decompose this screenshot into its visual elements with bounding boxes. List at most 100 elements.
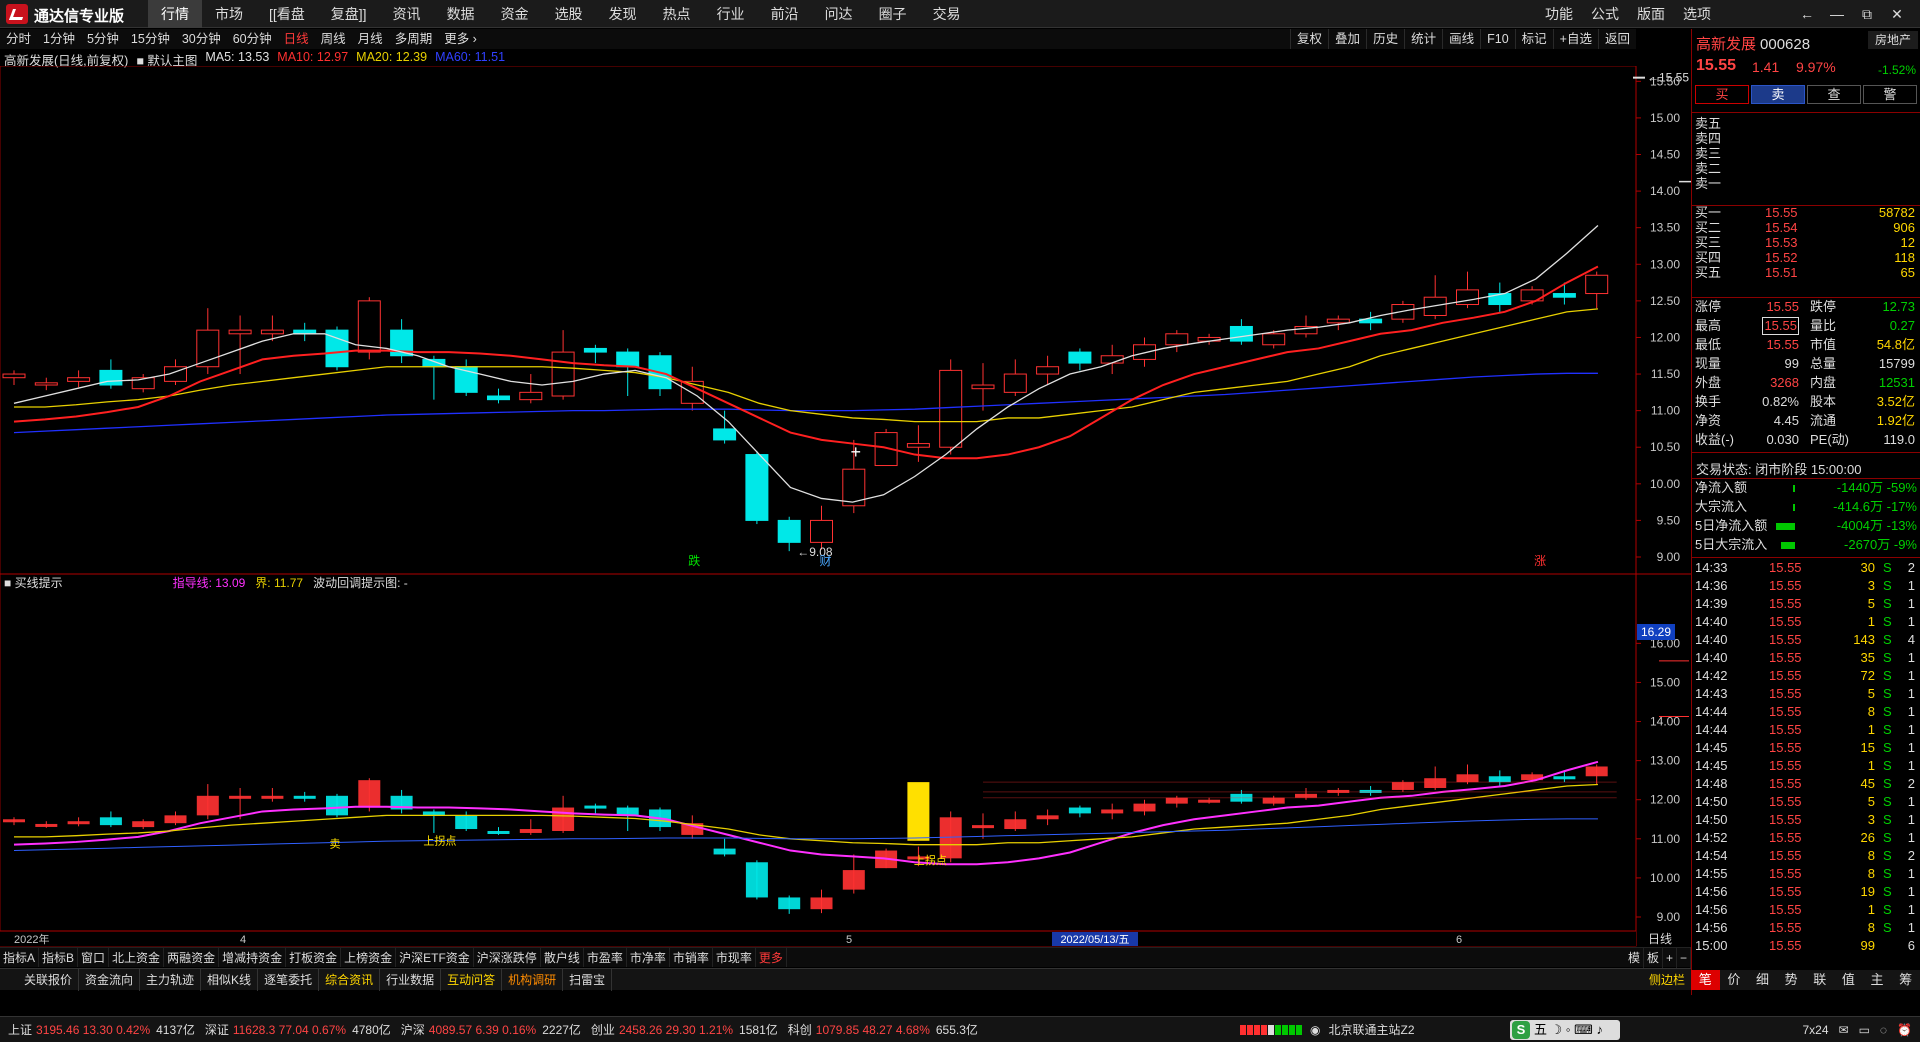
buy-button[interactable]: 买 — [1695, 85, 1749, 104]
server-name[interactable]: 北京联通主站Z2 — [1328, 1017, 1414, 1042]
event-marker[interactable]: 涨 — [1534, 553, 1546, 568]
indicator-tab[interactable]: 窗口 — [78, 948, 110, 967]
menu-item[interactable]: 行情 — [148, 0, 202, 28]
chat-icon[interactable]: ◌ — [1880, 1017, 1887, 1042]
news-icon[interactable]: ▭ — [1859, 1017, 1870, 1042]
right-menu-item[interactable]: 选项 — [1674, 0, 1720, 28]
alarm-icon[interactable]: ⏰ — [1897, 1017, 1912, 1042]
period-tab[interactable]: 15分钟 — [125, 29, 176, 49]
info-tab[interactable]: 互动问答 — [441, 969, 503, 991]
ime-indicator[interactable]: S 五 ☽ ◦ ⌨ ♪ — [1510, 1020, 1620, 1040]
info-tab[interactable]: 相似K线 — [201, 969, 259, 991]
menu-item[interactable]: 交易 — [920, 0, 974, 28]
chart-tool[interactable]: 历史 — [1366, 29, 1404, 49]
panel-tab[interactable]: 主 — [1863, 970, 1892, 990]
index-quote[interactable]: 沪深 4089.57 6.39 0.16% 2227亿 — [401, 1017, 581, 1042]
panel-tab[interactable]: 值 — [1834, 970, 1863, 990]
indicator-tab[interactable]: 增减持资金 — [219, 948, 287, 967]
menu-item[interactable]: 行业 — [704, 0, 758, 28]
indicator-tab[interactable]: 沪深涨跌停 — [474, 948, 541, 967]
sell-button[interactable]: 卖 — [1751, 85, 1805, 104]
panel-tab[interactable]: 势 — [1777, 970, 1806, 990]
chart-tool[interactable]: 画线 — [1442, 29, 1480, 49]
chart-tool[interactable]: F10 — [1480, 29, 1515, 49]
menu-item[interactable]: 资金 — [488, 0, 542, 28]
indicator-tab[interactable]: 市现率 — [713, 948, 756, 967]
info-tab[interactable]: 逐笔委托 — [258, 969, 320, 991]
chart-tool[interactable]: 统计 — [1404, 29, 1442, 49]
period-tab[interactable]: 30分钟 — [176, 29, 227, 49]
right-menu-item[interactable]: 公式 — [1582, 0, 1628, 28]
menu-item[interactable]: 复盘]] — [318, 0, 380, 28]
menu-item[interactable]: 问达 — [812, 0, 866, 28]
menu-item[interactable]: 资讯 — [380, 0, 434, 28]
info-tab[interactable]: 扫雷宝 — [563, 969, 613, 991]
indicator-tab[interactable]: 指标A — [0, 948, 40, 967]
panel-tab[interactable]: 细 — [1748, 970, 1777, 990]
indicator-name[interactable]: ■ 买线提示 — [4, 574, 63, 591]
indicator-tab[interactable]: 两融资金 — [164, 948, 220, 967]
period-tab[interactable]: 多周期 — [389, 29, 439, 49]
event-marker[interactable]: 财 — [819, 554, 831, 568]
tab-control[interactable]: − — [1677, 948, 1691, 968]
indicator-tab[interactable]: 市盈率 — [584, 948, 627, 967]
right-menu-item[interactable]: 版面 — [1628, 0, 1674, 28]
period-tab[interactable]: 1分钟 — [37, 29, 81, 49]
indicator-tab[interactable]: 更多 — [756, 948, 787, 967]
sector-button[interactable]: 房地产 — [1868, 31, 1918, 49]
info-tab[interactable]: 主力轨迹 — [140, 969, 202, 991]
info-tab[interactable]: 综合资讯 — [319, 969, 381, 991]
indicator-tab[interactable]: 指标B — [39, 948, 79, 967]
sidebar-toggle[interactable]: 侧边栏 — [1649, 969, 1685, 991]
period-tab[interactable]: 月线 — [352, 29, 389, 49]
indicator-tab[interactable]: 散户线 — [541, 948, 584, 967]
chart-tool[interactable]: +自选 — [1552, 29, 1598, 49]
minimize-icon[interactable]: — — [1822, 0, 1852, 28]
menu-item[interactable]: 数据 — [434, 0, 488, 28]
index-quote[interactable]: 创业 2458.26 29.30 1.21% 1581亿 — [591, 1017, 778, 1042]
query-button[interactable]: 查 — [1807, 85, 1861, 104]
indicator-tab[interactable]: 市净率 — [627, 948, 670, 967]
right-menu-item[interactable]: 功能 — [1536, 0, 1582, 28]
event-marker[interactable]: 跌 — [688, 553, 700, 568]
period-tab[interactable]: 5分钟 — [81, 29, 125, 49]
indicator-tab[interactable]: 市销率 — [670, 948, 713, 967]
tab-control[interactable]: 模 — [1625, 948, 1644, 968]
chart-tool[interactable]: 返回 — [1597, 29, 1636, 49]
index-quote[interactable]: 科创 1079.85 48.27 4.68% 655.3亿 — [788, 1017, 978, 1042]
index-quote[interactable]: 上证 3195.46 13.30 0.42% 4137亿 — [8, 1017, 195, 1042]
period-tab[interactable]: 日线 — [278, 29, 315, 49]
indicator-tab[interactable]: 上榜资金 — [341, 948, 397, 967]
menu-item[interactable]: 热点 — [650, 0, 704, 28]
panel-tab[interactable]: 价 — [1720, 970, 1749, 990]
info-tab[interactable]: 机构调研 — [502, 969, 564, 991]
chart-tool[interactable]: 标记 — [1514, 29, 1553, 49]
chart-tool[interactable]: 复权 — [1290, 29, 1328, 49]
info-tab[interactable]: 关联报价 — [18, 969, 80, 991]
index-quote[interactable]: 深证 11628.3 77.04 0.67% 4780亿 — [205, 1017, 391, 1042]
kline-chart[interactable]: ←15.55←9.08+跌财涨 卖上拐点上拐点 15.5015.0014.501… — [0, 66, 1691, 947]
menu-item[interactable]: 发现 — [596, 0, 650, 28]
tab-control[interactable]: + — [1663, 948, 1677, 968]
back-icon[interactable]: ← — [1792, 0, 1822, 28]
chart-tool[interactable]: 叠加 — [1328, 29, 1366, 49]
indicator-tab[interactable]: 北上资金 — [109, 948, 165, 967]
panel-tab[interactable]: 联 — [1806, 970, 1835, 990]
info-tab[interactable]: 资金流向 — [79, 969, 141, 991]
indicator-tab[interactable]: 打板资金 — [286, 948, 342, 967]
menu-item[interactable]: 选股 — [542, 0, 596, 28]
menu-item[interactable]: [[看盘 — [256, 0, 318, 28]
period-tab[interactable]: 60分钟 — [227, 29, 278, 49]
menu-item[interactable]: 圈子 — [866, 0, 920, 28]
main-chart-selector[interactable]: ■ 默认主图 — [136, 50, 197, 68]
menu-item[interactable]: 前沿 — [758, 0, 812, 28]
period-tab[interactable]: 分时 — [0, 29, 37, 49]
period-tab[interactable]: 更多 › — [438, 29, 483, 49]
period-tab[interactable]: 周线 — [315, 29, 352, 49]
menu-item[interactable]: 市场 — [202, 0, 256, 28]
panel-tab[interactable]: 筹 — [1891, 970, 1920, 990]
panel-tab[interactable]: 笔 — [1691, 970, 1720, 990]
tab-control[interactable]: 板 — [1644, 948, 1663, 968]
restore-icon[interactable]: ⧉ — [1852, 0, 1882, 28]
close-icon[interactable]: ✕ — [1882, 0, 1912, 28]
